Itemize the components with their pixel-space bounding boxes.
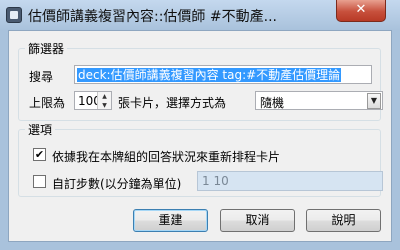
selection-method-select[interactable]: 隨機 ▼ bbox=[255, 91, 383, 110]
close-button[interactable]: ✕ bbox=[336, 0, 386, 22]
custom-steps-checkbox[interactable] bbox=[33, 175, 46, 188]
steps-input-value: 1 10 bbox=[202, 174, 229, 188]
limit-stepper[interactable]: 100 ▲ ▼ bbox=[74, 91, 112, 110]
spin-up-icon[interactable]: ▲ bbox=[98, 92, 111, 101]
window-title: 估價師講義複習內容::估價師 #不動產... bbox=[28, 9, 277, 25]
steps-input[interactable]: 1 10 bbox=[197, 171, 383, 191]
reschedule-label[interactable]: 依據我在本牌組的回答狀況來重新排程卡片 bbox=[52, 148, 280, 165]
check-icon: ✔ bbox=[34, 148, 45, 161]
app-icon bbox=[6, 7, 22, 23]
search-label: 搜尋 bbox=[29, 70, 54, 84]
reschedule-checkbox[interactable]: ✔ bbox=[33, 148, 46, 161]
selection-method-value: 隨機 bbox=[260, 96, 285, 110]
cancel-button[interactable]: 取消 bbox=[220, 209, 295, 232]
cards-label: 張卡片，選擇方式為 bbox=[118, 96, 227, 110]
options-group-title: 選項 bbox=[25, 121, 56, 138]
help-button[interactable]: 說明 bbox=[306, 209, 381, 232]
search-input-value: deck:估價師講義複習內容 tag:#不動產估價理論 bbox=[77, 68, 342, 82]
filter-group-title: 篩選器 bbox=[25, 40, 68, 57]
chevron-down-icon[interactable]: ▼ bbox=[367, 93, 381, 109]
filter-group: 篩選器 搜尋 deck:估價師講義複習內容 tag:#不動產估價理論 上限為 1… bbox=[18, 40, 383, 121]
spin-buttons[interactable]: ▲ ▼ bbox=[97, 92, 111, 109]
search-input[interactable]: deck:估價師講義複習內容 tag:#不動產估價理論 bbox=[74, 65, 372, 84]
spin-down-icon[interactable]: ▼ bbox=[98, 101, 111, 110]
limit-label: 上限為 bbox=[29, 96, 66, 110]
rebuild-button[interactable]: 重建 bbox=[133, 209, 208, 232]
options-group: 選項 ✔ 依據我在本牌組的回答狀況來重新排程卡片 自訂步數(以分鐘為單位) 1 … bbox=[18, 121, 383, 197]
dialog-body: 篩選器 搜尋 deck:估價師講義複習內容 tag:#不動產估價理論 上限為 1… bbox=[8, 30, 392, 242]
title-bar: 估價師講義複習內容::估價師 #不動產... ✕ bbox=[0, 0, 400, 30]
custom-steps-label[interactable]: 自訂步數(以分鐘為單位) bbox=[52, 175, 181, 192]
